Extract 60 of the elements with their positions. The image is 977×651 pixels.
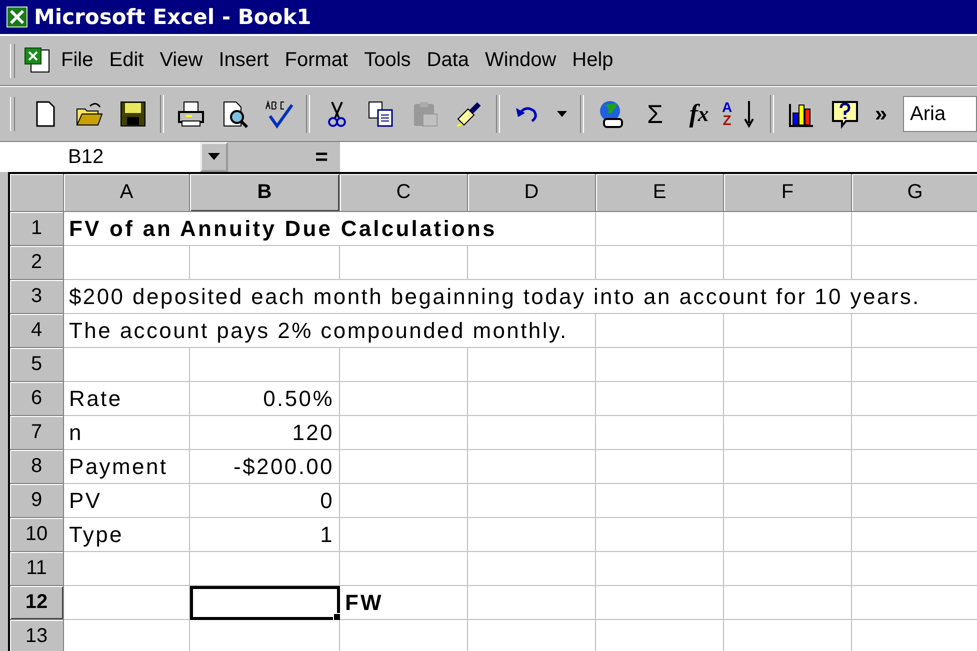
caret-icon — [208, 153, 220, 161]
table-cell[interactable]: Payment — [64, 450, 190, 484]
row-header[interactable]: 6 — [10, 382, 64, 416]
table-cell[interactable]: FW — [340, 586, 468, 620]
menu-item[interactable]: Window — [477, 49, 564, 72]
row-header[interactable]: 3 — [10, 280, 64, 314]
dropdown-button[interactable] — [200, 142, 228, 172]
row-header[interactable]: 1 — [10, 212, 64, 246]
row-header[interactable]: 5 — [10, 348, 64, 382]
row-header[interactable]: 4 — [10, 314, 64, 348]
printer-icon — [176, 99, 206, 129]
column-header[interactable]: G — [852, 174, 977, 212]
menu-item[interactable]: Edit — [101, 49, 152, 72]
table-cell[interactable]: 120 — [190, 416, 340, 450]
table-cell[interactable]: Type — [64, 518, 190, 552]
row-header[interactable]: 13 — [10, 620, 64, 651]
row-header[interactable]: 8 — [10, 450, 64, 484]
menu-item[interactable]: Format — [276, 49, 356, 72]
column-header[interactable]: D — [468, 174, 596, 212]
menu-item[interactable]: Insert — [210, 49, 277, 72]
excel-logo-icon — [6, 6, 28, 28]
font-field[interactable]: Aria — [903, 96, 977, 132]
help-icon — [830, 99, 860, 129]
spelling-check-icon — [264, 99, 294, 129]
table-cell[interactable]: Rate — [64, 382, 190, 416]
row-header[interactable]: 11 — [10, 552, 64, 586]
table-cell[interactable]: The account pays 2% compounded monthly. — [64, 314, 596, 348]
toolbar-button[interactable]: Σ — [633, 94, 677, 134]
caret-icon — [557, 111, 567, 117]
table-cell[interactable]: 0.50% — [190, 382, 340, 416]
equals-button[interactable]: = — [315, 144, 340, 170]
select-all-button[interactable] — [10, 174, 64, 212]
menu-item[interactable]: Tools — [356, 49, 419, 72]
sort-button[interactable]: A Z — [721, 94, 765, 134]
column-header[interactable]: C — [340, 174, 468, 212]
window-title: Microsoft Excel - Book1 — [34, 5, 312, 29]
menu-item[interactable]: View — [152, 49, 211, 72]
copy-icon — [366, 99, 396, 129]
row-header[interactable]: 2 — [10, 246, 64, 280]
row-header[interactable]: 12 — [10, 586, 64, 620]
column-header[interactable]: B — [190, 174, 340, 212]
paintbrush-icon — [454, 99, 484, 129]
menu-item[interactable]: Help — [564, 49, 622, 72]
more-button[interactable]: » — [867, 94, 895, 134]
menu-item[interactable]: File — [53, 49, 102, 72]
save-icon — [118, 99, 148, 129]
table-cell[interactable]: -$200.00 — [190, 450, 340, 484]
column-header[interactable]: E — [596, 174, 724, 212]
table-cell[interactable]: PV — [64, 484, 190, 518]
table-cell[interactable]: 1 — [190, 518, 340, 552]
column-header[interactable]: F — [724, 174, 852, 212]
column-header[interactable]: A — [64, 174, 190, 212]
row-header[interactable]: 7 — [10, 416, 64, 450]
menu-item[interactable]: Data — [418, 49, 478, 72]
table-cell[interactable]: FV of an Annuity Due Calculations — [64, 212, 596, 246]
selected-cell[interactable] — [190, 586, 340, 620]
row-header[interactable]: 9 — [10, 484, 64, 518]
table-cell[interactable]: n — [64, 416, 190, 450]
table-cell[interactable]: 0 — [190, 484, 340, 518]
row-header[interactable]: 10 — [10, 518, 64, 552]
